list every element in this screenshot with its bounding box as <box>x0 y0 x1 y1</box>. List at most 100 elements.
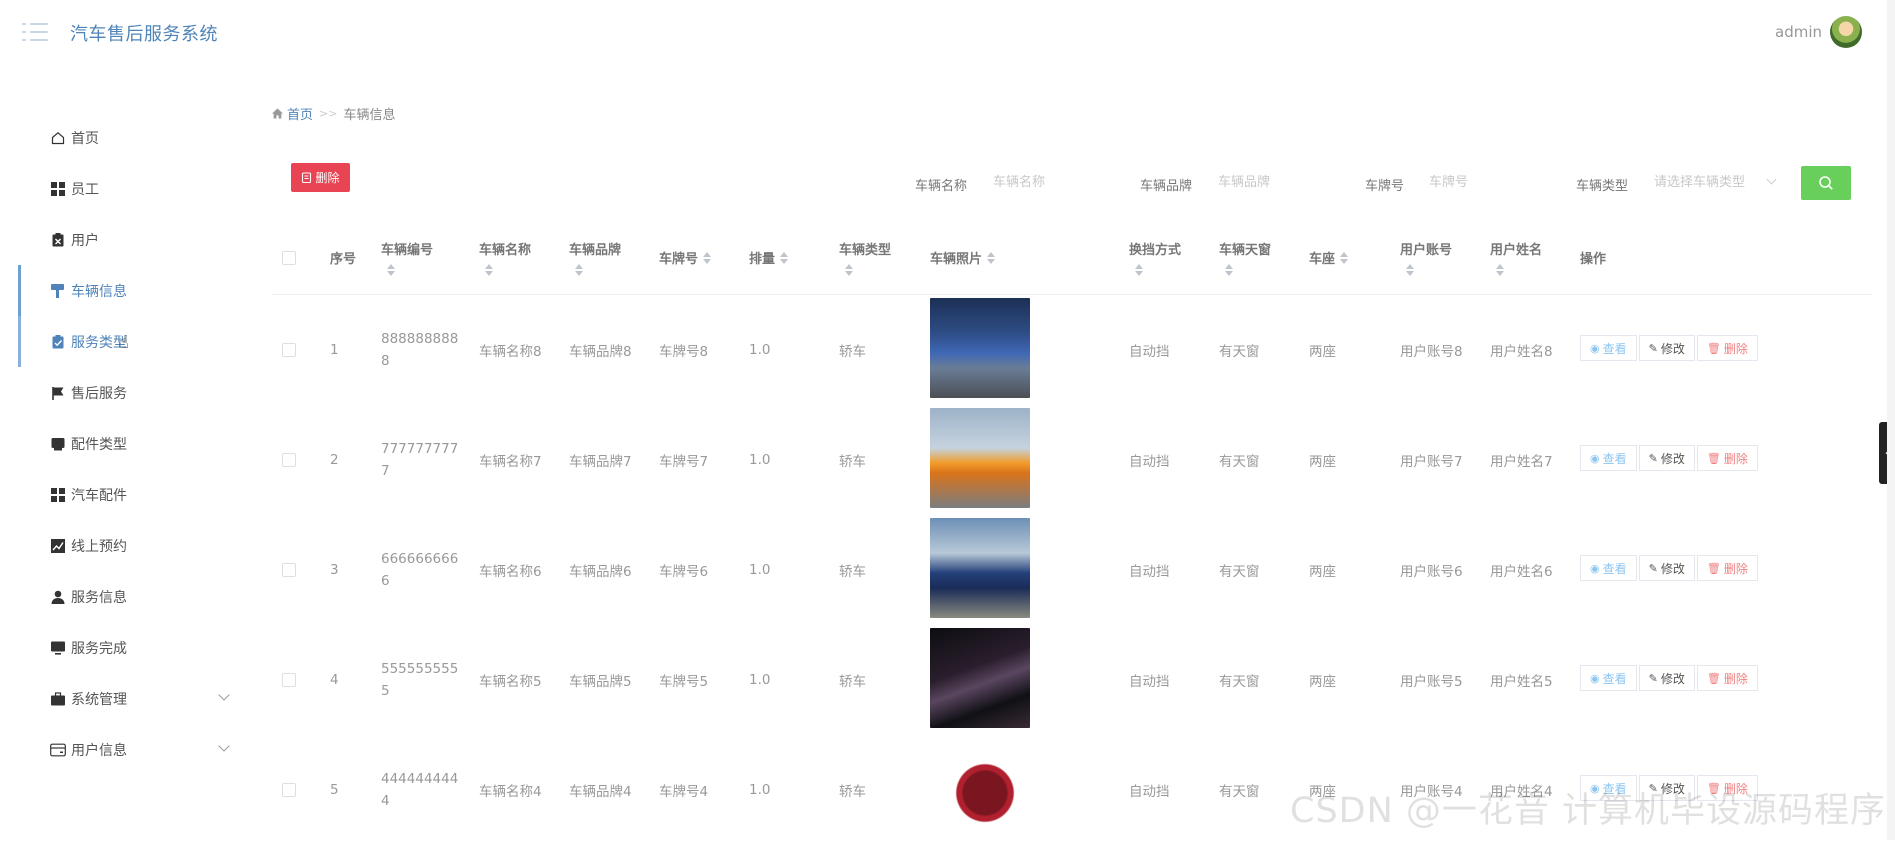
view-button[interactable]: ◉ 查看 <box>1580 665 1637 691</box>
column-name[interactable]: 车辆名称 <box>479 220 531 295</box>
edit-button[interactable]: ✎ 修改 <box>1638 445 1695 471</box>
filter-label-name: 车辆名称 <box>915 179 968 194</box>
column-gear[interactable]: 换挡方式 <box>1129 220 1181 295</box>
table-row: 3 6666666666 车辆名称6 车辆品牌6 车牌号6 1.0 轿车 自动挡 有天窗 两座 用户… <box>272 515 1872 625</box>
cell-code: 5555555555 <box>381 661 459 699</box>
cell-plate: 车牌号6 <box>659 564 709 580</box>
cell-brand: 车辆品牌7 <box>569 454 632 470</box>
vehicle-photo[interactable] <box>930 628 1030 728</box>
user-name[interactable]: admin <box>1775 23 1822 41</box>
column-username[interactable]: 用户姓名 <box>1490 220 1542 295</box>
column-plate[interactable]: 车牌号 <box>659 220 712 295</box>
sidebar-item-vehicle-info[interactable]: 车辆信息 <box>0 265 240 316</box>
column-code[interactable]: 车辆编号 <box>381 220 433 295</box>
sidebar-item-car-parts[interactable]: 汽车配件 <box>0 469 240 520</box>
sort-icon[interactable] <box>387 264 395 276</box>
trash-icon: 🗑 <box>1706 671 1721 685</box>
cell-displacement: 1.0 <box>749 562 771 578</box>
row-checkbox[interactable] <box>282 783 296 797</box>
cell-type: 轿车 <box>839 784 866 800</box>
sort-icon[interactable] <box>703 251 712 264</box>
vehicle-photo[interactable] <box>930 408 1030 508</box>
sidebar-item-after-sales[interactable]: 售后服务 <box>0 367 240 418</box>
column-account[interactable]: 用户账号 <box>1400 220 1452 295</box>
sort-icon[interactable] <box>1406 264 1414 276</box>
inbox-icon <box>50 436 66 452</box>
row-actions: ◉ 查看 ✎ 修改 🗑 删除 <box>1580 665 1760 691</box>
cell-sunroof: 有天窗 <box>1219 674 1260 690</box>
plate-number-input[interactable] <box>1429 168 1544 196</box>
breadcrumb-home[interactable]: 首页 <box>287 104 313 123</box>
sidebar-item-service-info[interactable]: 服务信息 <box>0 571 240 622</box>
cell-displacement: 1.0 <box>749 782 771 798</box>
column-sunroof[interactable]: 车辆天窗 <box>1219 220 1271 295</box>
vehicle-brand-input[interactable] <box>1218 168 1333 196</box>
sort-icon[interactable] <box>1225 264 1233 276</box>
vehicle-type-select[interactable] <box>1654 168 1774 196</box>
sort-icon[interactable] <box>845 264 853 276</box>
sidebar-item-system-management[interactable]: 系统管理 <box>0 673 240 724</box>
sidebar-item-label: 服务信息 <box>71 589 127 606</box>
sort-icon[interactable] <box>1496 264 1504 276</box>
home-icon <box>272 108 283 119</box>
delete-button[interactable]: 🗑 删除 <box>1696 335 1758 361</box>
vehicle-photo[interactable] <box>930 738 1030 838</box>
column-displacement[interactable]: 排量 <box>749 220 789 295</box>
filter-label-type: 车辆类型 <box>1576 179 1629 194</box>
chevron-down-icon[interactable] <box>218 740 230 752</box>
sidebar-item-label: 服务完成 <box>71 640 127 657</box>
sidebar-item-part-type[interactable]: 配件类型 <box>0 418 240 469</box>
select-all-checkbox[interactable] <box>282 250 296 265</box>
sort-icon[interactable] <box>1340 251 1349 264</box>
column-photo[interactable]: 车辆照片 <box>930 220 996 295</box>
menu-toggle-icon[interactable] <box>22 21 48 43</box>
row-checkbox[interactable] <box>282 563 296 577</box>
view-button[interactable]: ◉ 查看 <box>1580 445 1637 471</box>
column-type[interactable]: 车辆类型 <box>839 220 891 295</box>
sidebar-item-service-done[interactable]: 服务完成 <box>0 622 240 673</box>
batch-delete-button[interactable]: 删除 <box>291 163 350 192</box>
delete-button[interactable]: 🗑 删除 <box>1696 555 1758 581</box>
eye-icon: ◉ <box>1590 341 1600 355</box>
column-brand[interactable]: 车辆品牌 <box>569 220 621 295</box>
app-title: 汽车售后服务系统 <box>70 24 218 45</box>
row-checkbox[interactable] <box>282 673 296 687</box>
trash-icon: 🗑 <box>1706 341 1721 355</box>
chevron-down-icon[interactable] <box>218 689 230 701</box>
eye-icon: ◉ <box>1590 451 1600 465</box>
cell-seats: 两座 <box>1309 344 1336 360</box>
avatar[interactable] <box>1830 16 1862 48</box>
sort-icon[interactable] <box>987 251 996 264</box>
search-button[interactable] <box>1801 166 1851 200</box>
column-seats[interactable]: 车座 <box>1309 220 1349 295</box>
cell-seats: 两座 <box>1309 454 1336 470</box>
edit-button[interactable]: ✎ 修改 <box>1638 335 1695 361</box>
row-checkbox[interactable] <box>282 453 296 467</box>
view-button[interactable]: ◉ 查看 <box>1580 335 1637 361</box>
scrollbar[interactable] <box>1887 0 1895 840</box>
sort-icon[interactable] <box>1135 264 1143 276</box>
sidebar-item-online-booking[interactable]: 线上预约 <box>0 520 240 571</box>
delete-button[interactable]: 🗑 删除 <box>1696 445 1758 471</box>
edit-button[interactable]: ✎ 修改 <box>1638 555 1695 581</box>
vehicle-name-input[interactable] <box>993 168 1108 196</box>
sort-icon[interactable] <box>485 264 493 276</box>
view-button[interactable]: ◉ 查看 <box>1580 555 1637 581</box>
delete-button[interactable]: 🗑 删除 <box>1696 665 1758 691</box>
vehicle-photo[interactable] <box>930 298 1030 398</box>
sidebar-item-label: 车辆信息 <box>71 283 127 300</box>
vehicle-photo[interactable] <box>930 518 1030 618</box>
filter-label-brand: 车辆品牌 <box>1140 179 1193 194</box>
cell-sunroof: 有天窗 <box>1219 784 1260 800</box>
sidebar-item-label: 线上预约 <box>71 538 127 555</box>
sidebar-item-staff[interactable]: 员工 <box>0 163 240 214</box>
row-checkbox[interactable] <box>282 343 296 357</box>
column-actions: 操作 <box>1580 252 1607 267</box>
sidebar-item-home[interactable]: 首页 <box>0 112 240 163</box>
sidebar-item-user[interactable]: 用户 <box>0 214 240 265</box>
edit-button[interactable]: ✎ 修改 <box>1638 665 1695 691</box>
cell-username: 用户姓名6 <box>1490 564 1553 580</box>
sidebar-item-user-info[interactable]: 用户信息 <box>0 724 240 775</box>
sort-icon[interactable] <box>575 264 583 276</box>
sort-icon[interactable] <box>780 251 789 264</box>
